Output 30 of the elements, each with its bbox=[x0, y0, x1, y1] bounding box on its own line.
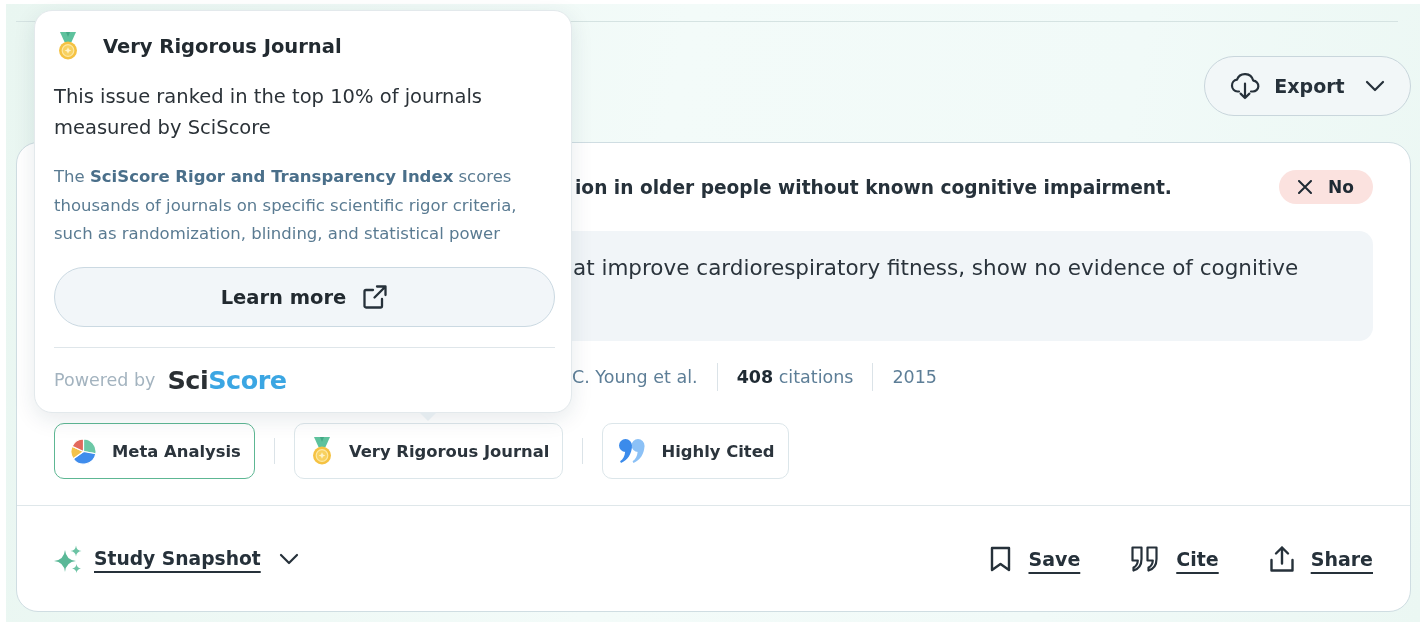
tag-chip[interactable]: Very Rigorous Journal bbox=[293, 423, 564, 479]
tooltip-summary: This issue ranked in the top 10% of journals measured by SciScore bbox=[54, 84, 483, 141]
x-mark-icon bbox=[1298, 180, 1313, 194]
tooltip-title: Very Rigorous Journal bbox=[103, 34, 342, 58]
powered-by-text: Powered by bbox=[54, 370, 156, 390]
pie-chart-icon bbox=[70, 437, 97, 465]
publication-year: 2015 bbox=[892, 367, 937, 387]
study-snapshot-button[interactable]: Study Snapshot bbox=[54, 544, 299, 573]
citation-count: 408 citations bbox=[736, 367, 854, 387]
export-button[interactable]: Export bbox=[1204, 56, 1411, 116]
tag-chip[interactable]: Meta Analysis bbox=[54, 423, 255, 479]
claim-text: ion in older people without known cognitive impairment. bbox=[575, 176, 1172, 198]
save-button[interactable]: Save bbox=[989, 544, 1081, 573]
answer-label: No bbox=[1328, 177, 1354, 197]
tooltip-description: The SciScore Rigor and Transparency Index scores thousands of journals on specific scientific rigor criteria, such as randomization, blinding, and statistical power bbox=[54, 166, 518, 245]
quote-marks-icon bbox=[618, 438, 647, 464]
cite-button[interactable]: Cite bbox=[1130, 544, 1219, 573]
tag-chip[interactable]: Highly Cited bbox=[602, 423, 789, 479]
medal-icon bbox=[56, 32, 80, 60]
logo-text: SciScore bbox=[167, 365, 287, 395]
share-button[interactable]: Share bbox=[1268, 544, 1373, 573]
chevron-down-icon bbox=[1364, 80, 1385, 92]
learn-more-button[interactable]: Learn more bbox=[54, 267, 555, 327]
cloud-download-icon bbox=[1230, 72, 1261, 100]
excerpt-text: at improve cardiorespiratory fitness, show no evidence of cognitive bbox=[573, 254, 1299, 282]
external-link-icon bbox=[362, 284, 389, 310]
author-names: C. Young et al. bbox=[572, 367, 698, 387]
quote-icon bbox=[1130, 544, 1161, 573]
share-icon bbox=[1268, 544, 1295, 573]
bookmark-icon bbox=[989, 544, 1013, 573]
